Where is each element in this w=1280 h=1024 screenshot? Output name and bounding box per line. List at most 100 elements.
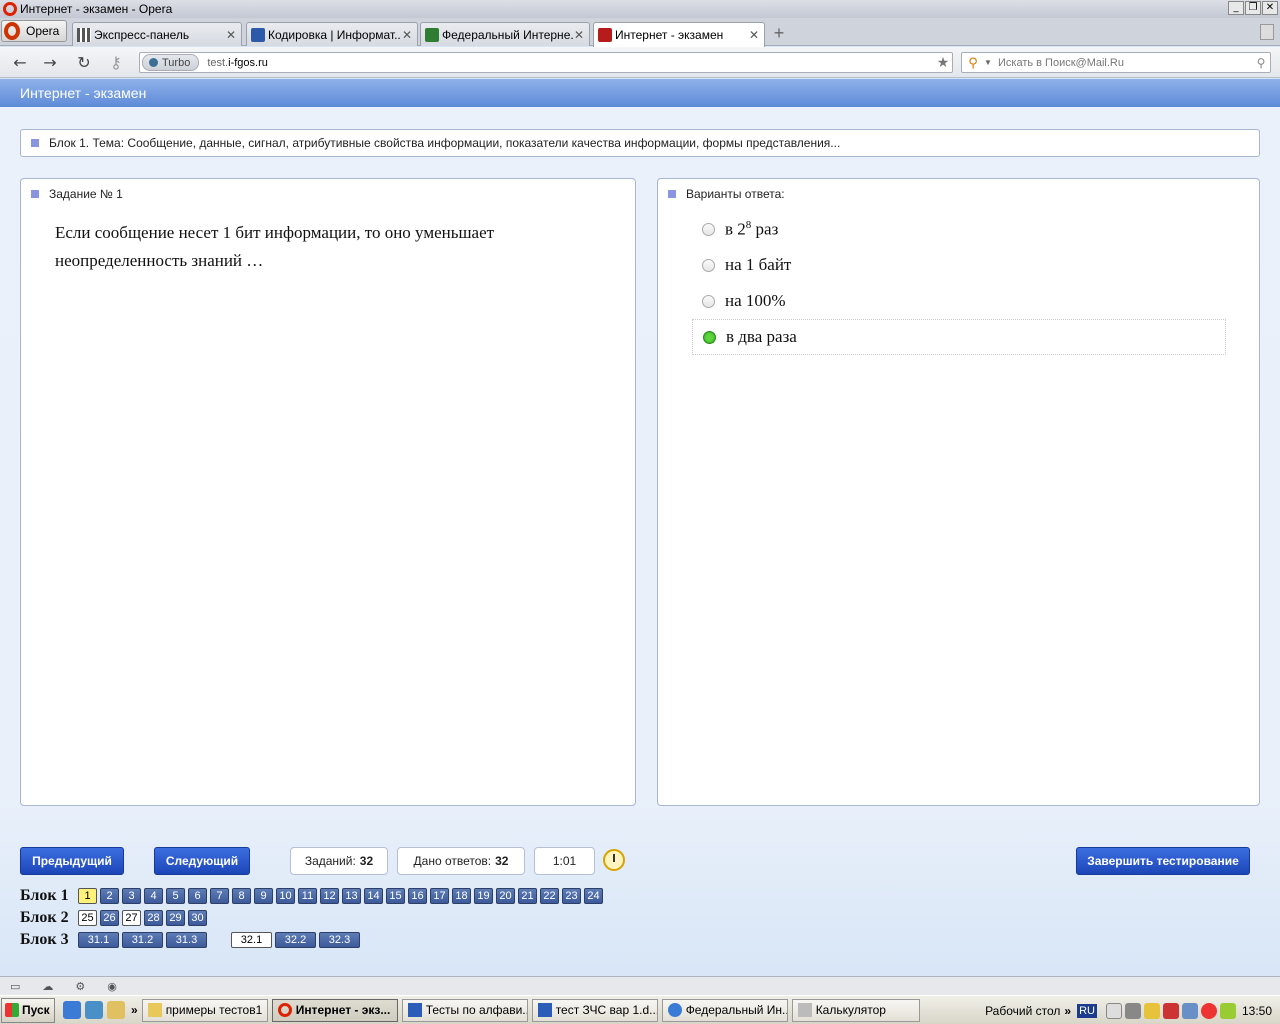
- minimize-button[interactable]: _: [1228, 1, 1244, 15]
- search-icon[interactable]: ⚲: [1252, 56, 1270, 70]
- close-tab-icon[interactable]: ✕: [748, 28, 760, 42]
- task-nav-button[interactable]: 16: [408, 888, 427, 904]
- task-nav-button[interactable]: 6: [188, 888, 207, 904]
- task-nav-button[interactable]: 31.2: [122, 932, 163, 948]
- url-text[interactable]: test.i-fgos.ru: [207, 57, 934, 69]
- task-nav-button[interactable]: 11: [298, 888, 317, 904]
- tab-federal[interactable]: Федеральный Интерне... ✕: [420, 22, 590, 46]
- task-nav-button[interactable]: 22: [540, 888, 559, 904]
- help-icon[interactable]: [1105, 1002, 1122, 1019]
- task-nav-button[interactable]: 2: [100, 888, 119, 904]
- taskbar-button[interactable]: примеры тестов1: [141, 998, 268, 1022]
- opera-menu-button[interactable]: Opera: [1, 20, 67, 42]
- task-nav-button[interactable]: 32.2: [275, 932, 316, 948]
- finish-test-button[interactable]: Завершить тестирование: [1076, 847, 1250, 875]
- radio-button[interactable]: [702, 222, 715, 236]
- next-button[interactable]: Следующий: [154, 847, 250, 875]
- start-button[interactable]: Пуск: [1, 997, 55, 1023]
- task-nav-button[interactable]: 28: [144, 910, 163, 926]
- task-nav-button[interactable]: 23: [562, 888, 581, 904]
- tab-internet-exam[interactable]: Интернет - экзамен ✕: [593, 22, 765, 47]
- answer-option[interactable]: в 28 раз: [692, 211, 1225, 247]
- mail-icon[interactable]: [1200, 1002, 1217, 1019]
- task-nav-button[interactable]: 30: [188, 910, 207, 926]
- panel-toggle-icon[interactable]: ▭: [10, 980, 20, 993]
- task-nav-button[interactable]: 31.1: [78, 932, 119, 948]
- back-button[interactable]: ←: [10, 53, 30, 73]
- task-nav-button[interactable]: 17: [430, 888, 449, 904]
- browser-icon[interactable]: [85, 1001, 103, 1019]
- forward-button[interactable]: →: [40, 53, 60, 73]
- reload-button[interactable]: ↻: [74, 53, 94, 73]
- task-nav-button[interactable]: 25: [78, 910, 97, 926]
- network-connection-icon[interactable]: [1181, 1002, 1198, 1019]
- task-nav-button[interactable]: 4: [144, 888, 163, 904]
- unite-icon[interactable]: ⚙: [75, 980, 85, 993]
- task-nav-button[interactable]: 21: [518, 888, 537, 904]
- network-icon[interactable]: [1124, 1002, 1141, 1019]
- task-nav-button[interactable]: 27: [122, 910, 141, 926]
- task-nav-button[interactable]: 29: [166, 910, 185, 926]
- task-nav-button[interactable]: 14: [364, 888, 383, 904]
- bookmark-star-icon[interactable]: ★: [934, 54, 952, 71]
- radio-button-checked[interactable]: [703, 330, 716, 344]
- address-bar[interactable]: Turbo test.i-fgos.ru ★: [139, 52, 953, 73]
- task-nav-button[interactable]: 10: [276, 888, 295, 904]
- turbo-button[interactable]: Turbo: [142, 54, 200, 71]
- task-nav-button[interactable]: 20: [496, 888, 515, 904]
- task-nav-button[interactable]: 15: [386, 888, 405, 904]
- cloud-icon[interactable]: ☁: [42, 980, 53, 993]
- previous-button[interactable]: Предыдущий: [20, 847, 124, 875]
- chevron-down-icon[interactable]: ▼: [984, 58, 994, 67]
- close-tab-icon[interactable]: ✕: [401, 28, 413, 42]
- task-nav-button[interactable]: 31.3: [166, 932, 207, 948]
- shield-icon[interactable]: [1143, 1002, 1160, 1019]
- folder-icon[interactable]: [107, 1001, 125, 1019]
- radio-button[interactable]: [702, 294, 715, 308]
- taskbar-button[interactable]: тест ЗЧС вар 1.d...: [531, 998, 658, 1022]
- search-field[interactable]: ⚲ ▼ Искать в Поиск@Mail.Ru ⚲: [961, 52, 1271, 73]
- close-window-button[interactable]: ✕: [1262, 1, 1278, 15]
- task-nav-button[interactable]: 8: [232, 888, 251, 904]
- speed-icon[interactable]: ◉: [107, 980, 117, 993]
- task-nav-button[interactable]: 7: [210, 888, 229, 904]
- new-tab-button[interactable]: +: [770, 24, 788, 42]
- tab-express-panel[interactable]: Экспресс-панель ✕: [72, 22, 242, 46]
- task-nav-button[interactable]: 5: [166, 888, 185, 904]
- trash-icon[interactable]: [1260, 24, 1274, 40]
- taskbar-button[interactable]: Калькулятор: [791, 998, 920, 1022]
- pen-icon[interactable]: [1219, 1002, 1236, 1019]
- restore-button[interactable]: ❐: [1245, 1, 1261, 15]
- task-nav-button[interactable]: 18: [452, 888, 471, 904]
- radio-button[interactable]: [702, 258, 715, 272]
- answer-option-selected[interactable]: в два раза: [692, 319, 1226, 355]
- search-engine-icon[interactable]: ⚲: [962, 55, 984, 71]
- task-nav-button[interactable]: 12: [320, 888, 339, 904]
- task-nav-current[interactable]: 1: [78, 888, 97, 904]
- task-nav-button[interactable]: 24: [584, 888, 603, 904]
- task-nav-button[interactable]: 19: [474, 888, 493, 904]
- task-nav-button[interactable]: 32.3: [319, 932, 360, 948]
- task-nav-button[interactable]: 26: [100, 910, 119, 926]
- answer-option[interactable]: на 100%: [692, 283, 1225, 319]
- opera-menu-label: Opera: [26, 24, 60, 38]
- taskbar-button-active[interactable]: Интернет - экз...: [271, 998, 398, 1022]
- taskbar-button[interactable]: Федеральный Ин...: [661, 998, 788, 1022]
- quicklaunch-chevron-icon[interactable]: »: [131, 1003, 138, 1017]
- antivirus-icon[interactable]: [1162, 1002, 1179, 1019]
- task-nav-button[interactable]: 3: [122, 888, 141, 904]
- answer-option[interactable]: на 1 байт: [692, 247, 1225, 283]
- task-nav-button[interactable]: 32.1: [231, 932, 272, 948]
- language-indicator[interactable]: RU: [1077, 1003, 1097, 1018]
- tab-encoding[interactable]: Кодировка | Информат... ✕: [246, 22, 418, 46]
- desktop-toolbar-label[interactable]: Рабочий стол: [985, 1004, 1060, 1018]
- chevron-icon[interactable]: »: [1064, 1004, 1071, 1018]
- task-nav-button[interactable]: 9: [254, 888, 273, 904]
- close-tab-icon[interactable]: ✕: [225, 28, 237, 42]
- ie-icon[interactable]: [63, 1001, 81, 1019]
- key-icon[interactable]: ⚷: [106, 53, 126, 73]
- taskbar-button-label: Интернет - экз...: [295, 1003, 391, 1017]
- close-tab-icon[interactable]: ✕: [573, 28, 585, 42]
- taskbar-button[interactable]: Тесты по алфави...: [401, 998, 528, 1022]
- task-nav-button[interactable]: 13: [342, 888, 361, 904]
